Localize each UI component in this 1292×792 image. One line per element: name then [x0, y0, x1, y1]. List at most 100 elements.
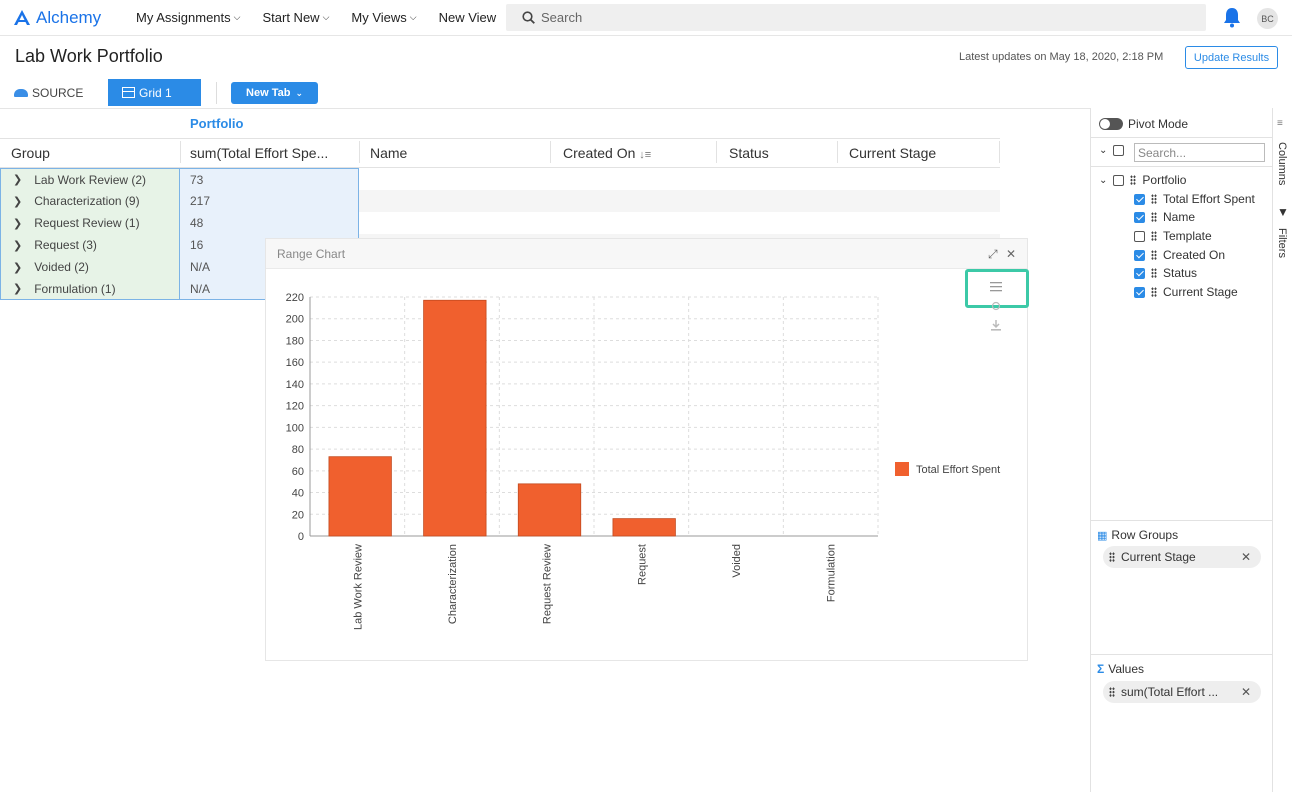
grid-icon [122, 87, 135, 98]
column-item-name[interactable]: Name [1134, 210, 1195, 224]
chevron-right-icon[interactable]: ❯ [13, 282, 22, 295]
chevron-down-icon[interactable]: ⌄ [1099, 145, 1107, 156]
search-input[interactable]: Search [506, 4, 1206, 31]
row-group-chip[interactable]: Current Stage ✕ [1103, 546, 1261, 568]
drag-handle-icon[interactable] [1109, 687, 1115, 697]
update-results-button[interactable]: Update Results [1185, 46, 1278, 69]
y-tick-label: 200 [286, 314, 304, 326]
chevron-right-icon[interactable]: ❯ [13, 173, 22, 186]
column-item-total-effort[interactable]: Total Effort Spent [1134, 192, 1255, 206]
checkbox-checked[interactable] [1134, 193, 1145, 205]
group-cell[interactable]: ❯ Voided (2) [0, 256, 180, 278]
column-separator[interactable] [999, 141, 1000, 163]
table-row[interactable]: ❯ Characterization (9) 217 [0, 190, 1000, 212]
chevron-right-icon[interactable]: ❯ [13, 261, 22, 274]
group-cell[interactable]: ❯ Request (3) [0, 234, 180, 256]
drag-handle-icon[interactable] [1151, 194, 1157, 204]
column-separator[interactable] [550, 141, 551, 163]
col-header-name[interactable]: Name [370, 145, 407, 161]
chevron-right-icon[interactable]: ❯ [13, 217, 22, 230]
remove-icon[interactable]: ✕ [1241, 685, 1251, 699]
group-cell[interactable]: ❯ Lab Work Review (2) [0, 168, 180, 190]
column-separator[interactable] [359, 141, 360, 163]
remove-icon[interactable]: ✕ [1241, 550, 1251, 564]
nav-my-views[interactable]: My Views ⌵ [351, 10, 416, 25]
columns-panel-icon[interactable]: ≡ [1277, 118, 1283, 129]
column-item-status[interactable]: Status [1134, 266, 1197, 280]
chevron-down-icon[interactable]: ⌄ [1099, 175, 1107, 186]
range-chart-panel[interactable]: Range Chart ⤢ ✕ 0 20 40 60 80 100 120 140 160 180… [265, 238, 1029, 661]
column-item-current-stage[interactable]: Current Stage [1134, 285, 1238, 299]
y-tick-label: 0 [298, 531, 304, 543]
group-cell[interactable]: ❯ Request Review (1) [0, 212, 180, 234]
group-cell[interactable]: ❯ Characterization (9) [0, 190, 180, 212]
drag-handle-icon[interactable] [1130, 175, 1137, 185]
tab-grid-1[interactable]: Grid 1 [108, 79, 201, 106]
app-logo[interactable]: Alchemy [14, 8, 114, 28]
table-row[interactable]: ❯ Request Review (1) 48 [0, 212, 1000, 234]
drag-handle-icon[interactable] [1151, 250, 1157, 260]
avatar[interactable]: BC [1257, 8, 1278, 29]
new-tab-button[interactable]: New Tab ⌄ [231, 82, 318, 104]
chevron-right-icon[interactable]: ❯ [13, 239, 22, 252]
sort-descending-icon[interactable]: ↓≡ [639, 149, 651, 161]
filters-tab[interactable]: Filters [1276, 228, 1288, 258]
tab-source[interactable]: SOURCE [14, 86, 83, 100]
drag-handle-icon[interactable] [1151, 212, 1157, 222]
group-label: Voided (2) [34, 260, 89, 274]
select-all-checkbox[interactable] [1113, 145, 1125, 156]
column-search-input[interactable]: Search... [1134, 143, 1265, 162]
pivot-mode-toggle[interactable]: Pivot Mode [1099, 117, 1188, 131]
values-chip[interactable]: sum(Total Effort ... ✕ [1103, 681, 1261, 703]
chevron-down-icon: ⌵ [233, 12, 241, 22]
chart-title-bar[interactable]: Range Chart [266, 239, 1027, 269]
column-separator[interactable] [716, 141, 717, 163]
y-tick-label: 40 [292, 488, 304, 500]
notification-bell-icon[interactable] [1222, 7, 1242, 28]
y-tick-label: 80 [292, 444, 304, 456]
chevron-down-icon: ⌄ [295, 87, 303, 98]
value-cell[interactable]: 217 [180, 190, 359, 212]
nav-new-view[interactable]: New View [439, 10, 497, 25]
maximize-icon[interactable]: ⤢ [988, 247, 998, 262]
checkbox-checked[interactable] [1134, 267, 1145, 279]
column-item-template[interactable]: Template [1134, 229, 1212, 243]
col-header-created-on[interactable]: Created On ↓≡ [563, 145, 651, 161]
col-header-group[interactable]: Group [11, 145, 50, 161]
toggle-switch[interactable] [1099, 118, 1123, 130]
chevron-right-icon[interactable]: ❯ [13, 195, 22, 208]
value-cell[interactable]: 48 [180, 212, 359, 234]
checkbox-checked[interactable] [1134, 211, 1145, 223]
drag-handle-icon[interactable] [1151, 231, 1157, 241]
close-icon[interactable]: ✕ [1006, 247, 1016, 261]
column-separator[interactable] [180, 141, 181, 163]
col-header-status[interactable]: Status [729, 145, 769, 161]
column-group-portfolio[interactable]: ⌄ Portfolio [1099, 173, 1186, 187]
column-label: Current Stage [1163, 285, 1238, 299]
nav-start-new[interactable]: Start New ⌵ [262, 10, 329, 25]
search-placeholder: Search [541, 10, 583, 25]
nav-label: My Views [351, 10, 407, 25]
drag-handle-icon[interactable] [1151, 268, 1157, 278]
col-header-sum-effort[interactable]: sum(Total Effort Spe... [190, 145, 328, 161]
column-separator[interactable] [837, 141, 838, 163]
columns-tab[interactable]: Columns [1276, 142, 1288, 185]
table-row[interactable]: ❯ Lab Work Review (2) 73 [0, 168, 1000, 190]
column-label: Created On [1163, 248, 1226, 262]
checkbox-checked[interactable] [1134, 286, 1145, 298]
bar [423, 299, 487, 537]
drag-handle-icon[interactable] [1109, 552, 1115, 562]
col-header-created-on-label: Created On [563, 145, 636, 161]
group-cell[interactable]: ❯ Formulation (1) [0, 278, 180, 300]
filter-icon[interactable]: ▼ [1277, 205, 1289, 219]
column-item-created-on[interactable]: Created On [1134, 248, 1225, 262]
portfolio-checkbox[interactable] [1113, 174, 1125, 186]
value-cell[interactable]: 73 [180, 168, 359, 190]
select-all-row[interactable]: ⌄ [1099, 145, 1125, 156]
nav-my-assignments[interactable]: My Assignments ⌵ [136, 10, 240, 25]
tab-grid-label: Grid 1 [139, 85, 172, 100]
drag-handle-icon[interactable] [1151, 287, 1157, 297]
col-header-current-stage[interactable]: Current Stage [849, 145, 936, 161]
checkbox-checked[interactable] [1134, 249, 1145, 261]
checkbox-unchecked[interactable] [1134, 230, 1145, 242]
